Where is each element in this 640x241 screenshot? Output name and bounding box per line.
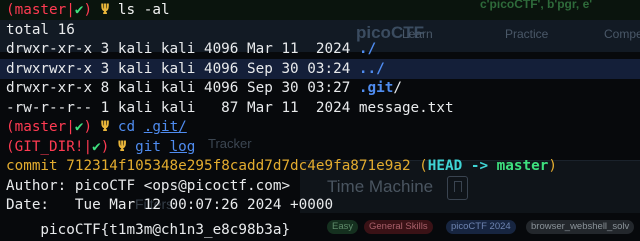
prompt-paren-open: (	[6, 138, 15, 155]
background-tracker-text: Tracker	[208, 136, 252, 151]
author-line: Author: picoCTF <ops@picoctf.com>	[6, 177, 291, 194]
command-ls: ls -al	[117, 2, 170, 18]
entry-name: ../	[358, 60, 385, 77]
trident-icon: Ψ	[100, 119, 110, 135]
background-card-title: Time Machine	[327, 177, 434, 196]
tag-browser-webshell[interactable]: browser_webshell_solv	[526, 220, 635, 234]
file-entry-message: -rw-r--r-- 1 kali kali 87 Mar 11 2024 me…	[6, 99, 454, 119]
commit-message-flag[interactable]: picoCTF{t1m3m@ch1n3_e8c98b3a}	[6, 221, 290, 241]
entry-name: message.txt	[358, 99, 454, 116]
prompt-line-3: (GIT_DIR!|✔) Ψ git log	[6, 138, 195, 158]
tag-picoctf-2024[interactable]: picoCTF 2024	[446, 220, 516, 234]
prompt-sep: |	[66, 2, 75, 18]
trident-icon: Ψ	[117, 138, 127, 155]
prompt-branch: master	[14, 119, 67, 135]
prompt-sep: |	[83, 138, 93, 155]
commit-label: commit	[6, 158, 67, 174]
total-line: total 16	[6, 21, 75, 38]
prompt-line-2: (master|✔) Ψ cd .git/	[6, 118, 187, 138]
prompt-paren-close: )	[100, 138, 110, 155]
entry-meta: -rw-r--r-- 1 kali kali 87 Mar 11 2024	[6, 99, 359, 116]
entry-name: ./	[358, 41, 377, 57]
prompt-line-1: (master|✔) Ψ ls -al	[6, 1, 170, 21]
entry-meta: drwxr-xr-x 8 kali kali 4096 Sep 30 03:27	[6, 80, 359, 96]
dir-entry-current: drwxr-xr-x 3 kali kali 4096 Mar 11 2024 …	[6, 40, 376, 60]
entry-name: .git	[358, 80, 394, 96]
command-cd: cd	[117, 119, 136, 135]
background-top-fragment: c'picoCTF', b'pgr, e'	[480, 0, 593, 11]
date-line: Date: Tue Mar 12 00:07:26 2024 +0000	[6, 197, 334, 213]
tag-general-skills[interactable]: General Skills	[364, 220, 433, 234]
background-nav-compete[interactable]: Compete	[604, 27, 640, 41]
tag-easy[interactable]: Easy	[327, 220, 359, 234]
command-cd-arg: .git/	[143, 119, 187, 135]
bookmark-icon[interactable]	[447, 176, 468, 200]
prompt-paren-close: )	[83, 2, 93, 18]
prompt-branch: master	[14, 2, 67, 18]
commit-arrow: ->	[462, 158, 497, 174]
prompt-paren-open: (	[6, 119, 15, 135]
command-git: git	[135, 138, 161, 155]
prompt-gitdir: GIT_DIR!	[14, 138, 84, 155]
commit-line: commit 712314f105348e295f8cadd7d7dc4e9fa…	[6, 158, 557, 174]
commit-head: HEAD	[427, 158, 463, 174]
entry-suffix: /	[393, 80, 402, 96]
prompt-sep: |	[66, 119, 75, 135]
commit-branch: master	[496, 158, 549, 174]
background-nav-practice[interactable]: Practice	[505, 27, 548, 41]
background-nav-learn[interactable]: Learn	[402, 27, 433, 41]
commit-hash[interactable]: 712314f105348e295f8cadd7d7dc4e9fa871e9a2	[66, 158, 410, 174]
dir-entry-git: drwxr-xr-x 8 kali kali 4096 Sep 30 03:27…	[6, 79, 402, 99]
entry-meta: drwxrwxr-x 3 kali kali 4096 Sep 30 03:24	[6, 60, 359, 77]
prompt-paren-close: )	[83, 119, 93, 135]
entry-meta: drwxr-xr-x 3 kali kali 4096 Mar 11 2024	[6, 41, 359, 57]
check-icon: ✔	[92, 138, 101, 155]
command-git-arg: log	[169, 138, 196, 155]
prompt-paren-open: (	[6, 2, 15, 18]
dir-entry-parent: drwxrwxr-x 3 kali kali 4096 Sep 30 03:24…	[6, 60, 385, 80]
trident-icon: Ψ	[100, 2, 110, 18]
